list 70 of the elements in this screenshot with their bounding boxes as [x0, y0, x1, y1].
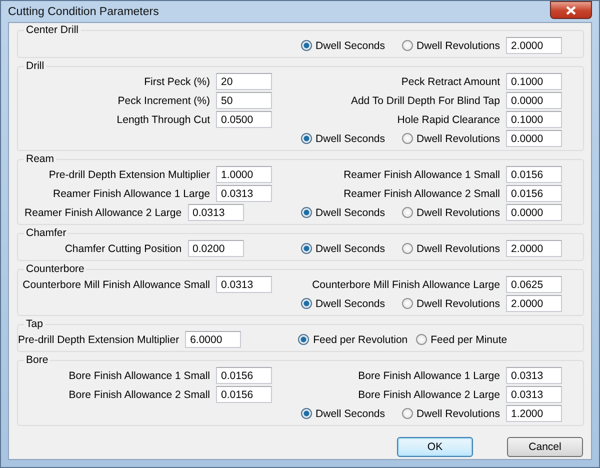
radio-button[interactable]: Dwell Seconds — [300, 132, 402, 144]
input-field[interactable]: 0.0156 — [506, 166, 562, 183]
input-field[interactable]: 0.0000 — [506, 204, 562, 221]
radio-button[interactable]: Dwell Revolutions — [402, 298, 500, 310]
window-title: Cutting Condition Parameters — [8, 6, 159, 18]
input-field[interactable]: 2.0000 — [506, 37, 562, 54]
field-label: Reamer Finish Allowance 2 Large — [24, 206, 182, 218]
field-label: Hole Rapid Clearance — [397, 114, 500, 126]
group-title: Bore — [25, 355, 50, 366]
radio-button[interactable]: Dwell Seconds — [300, 242, 402, 254]
field-label: Bore Finish Allowance 1 Small — [68, 370, 210, 382]
input-field[interactable]: 0.0156 — [216, 386, 272, 403]
radio-button[interactable]: Feed per Revolution — [298, 334, 416, 346]
radio-button[interactable]: Dwell Revolutions — [402, 132, 500, 144]
input-field[interactable]: 2.0000 — [506, 295, 562, 312]
field-label: Peck Increment (%) — [118, 94, 210, 106]
input-field[interactable]: 0.0156 — [216, 367, 272, 384]
dialog-button[interactable]: Cancel — [507, 437, 583, 457]
field-label: Reamer Finish Allowance 1 Large — [53, 188, 210, 200]
input-field[interactable]: 0.0500 — [216, 111, 272, 128]
input-field[interactable]: 0.0625 — [506, 276, 562, 293]
dialog-button[interactable]: OK — [397, 437, 473, 457]
group-title: Ream — [25, 154, 56, 165]
radio-button[interactable]: Dwell Seconds — [300, 298, 402, 310]
group-title: Drill — [25, 61, 46, 72]
input-field[interactable]: 0.0200 — [188, 240, 244, 257]
input-field[interactable]: 0.0000 — [506, 130, 562, 147]
field-label: Pre-drill Depth Extension Multiplier — [48, 168, 210, 180]
field-label: Bore Finish Allowance 2 Large — [358, 388, 500, 400]
group-title: Center Drill — [25, 25, 80, 36]
radio-button[interactable]: Dwell Seconds — [300, 206, 402, 218]
radio-button[interactable]: Feed per Minute — [416, 334, 508, 346]
close-icon — [566, 6, 576, 14]
input-field[interactable]: 1.0000 — [216, 166, 272, 183]
field-label: Bore Finish Allowance 1 Large — [358, 370, 500, 382]
group-title: Counterbore — [25, 264, 86, 275]
field-label: Peck Retract Amount — [401, 76, 500, 88]
input-field[interactable]: 6.0000 — [185, 331, 242, 348]
radio-button[interactable]: Dwell Seconds — [300, 40, 402, 52]
close-button[interactable] — [550, 1, 592, 19]
input-field[interactable]: 0.0313 — [216, 185, 272, 202]
input-field[interactable]: 0.0313 — [506, 386, 562, 403]
field-label: Reamer Finish Allowance 1 Small — [344, 168, 500, 180]
field-label: Counterbore Mill Finish Allowance Large — [312, 278, 500, 290]
field-label: Counterbore Mill Finish Allowance Small — [22, 278, 210, 290]
radio-button[interactable]: Dwell Revolutions — [402, 242, 500, 254]
input-field[interactable]: 0.1000 — [506, 111, 562, 128]
field-label: Bore Finish Allowance 2 Small — [68, 388, 210, 400]
input-field[interactable]: 0.0313 — [188, 204, 244, 221]
field-label: First Peck (%) — [144, 76, 210, 88]
radio-button[interactable]: Dwell Seconds — [300, 408, 402, 420]
input-field[interactable]: 2.0000 — [506, 240, 562, 257]
input-field[interactable]: 20 — [216, 73, 272, 90]
input-field[interactable]: 0.0000 — [506, 92, 562, 109]
radio-button[interactable]: Dwell Revolutions — [402, 40, 500, 52]
field-label: Pre-drill Depth Extension Multiplier — [18, 334, 180, 346]
group-title: Chamfer — [25, 228, 68, 239]
input-field[interactable]: 1.2000 — [506, 405, 562, 422]
field-label: Add To Drill Depth For Blind Tap — [350, 94, 500, 106]
input-field[interactable]: 0.0313 — [506, 367, 562, 384]
radio-button[interactable]: Dwell Revolutions — [402, 408, 500, 420]
field-label: Reamer Finish Allowance 2 Small — [344, 188, 500, 200]
input-field[interactable]: 0.1000 — [506, 73, 562, 90]
input-field[interactable]: 0.0313 — [216, 276, 272, 293]
radio-button[interactable]: Dwell Revolutions — [402, 206, 500, 218]
input-field[interactable]: 50 — [216, 92, 272, 109]
group-title: Tap — [25, 319, 44, 330]
field-label: Chamfer Cutting Position — [64, 242, 182, 254]
input-field[interactable]: 0.0156 — [506, 185, 562, 202]
field-label: Length Through Cut — [116, 114, 210, 126]
